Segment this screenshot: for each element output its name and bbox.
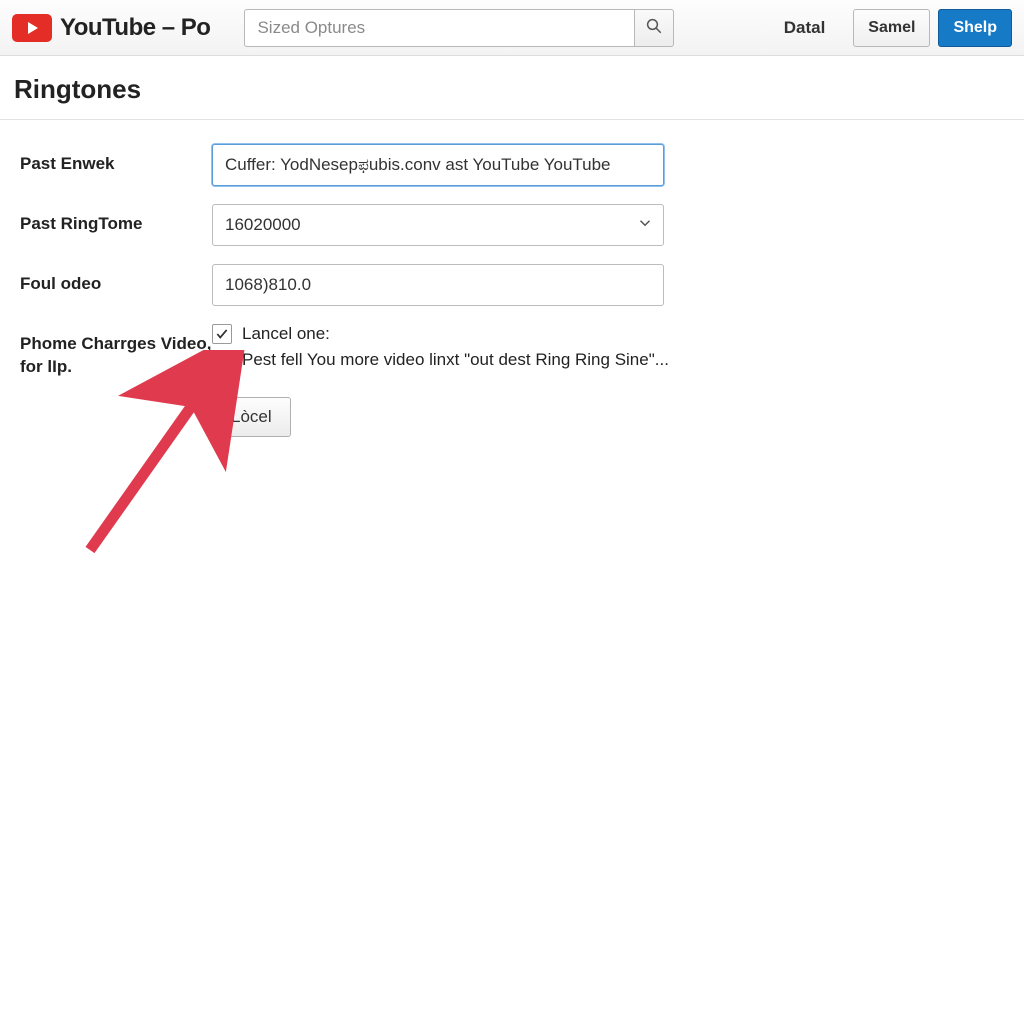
checkbox-lancel-one[interactable] (212, 324, 232, 344)
checkbox-lancel-one-label: Lancel one: (242, 324, 330, 344)
checkbox-row-2: Pest fell You more video linxt "out dest… (212, 350, 669, 370)
check-icon (215, 327, 229, 341)
search-icon (645, 17, 663, 38)
datal-link[interactable]: Datal (784, 18, 826, 38)
label-past-ringtome: Past RingTome (20, 204, 212, 236)
youtube-play-icon (12, 14, 52, 42)
past-ringtome-value[interactable] (212, 204, 664, 246)
shelp-button[interactable]: Shelp (938, 9, 1012, 47)
search-input[interactable] (244, 9, 634, 47)
row-past-ringtome: Past RingTome (20, 204, 1010, 246)
row-foul-odeo: Foul odeo (20, 264, 1010, 306)
label-past-enwek: Past Enwek (20, 144, 212, 176)
label-foul-odeo: Foul odeo (20, 264, 212, 296)
divider (0, 119, 1024, 120)
page-title: Ringtones (14, 74, 1010, 105)
checkbox-pest-fell-label: Pest fell You more video linxt "out dest… (242, 350, 669, 370)
search-bar (244, 9, 674, 47)
samel-button[interactable]: Samel (853, 9, 930, 47)
brand-text: YouTube – Po (60, 14, 210, 42)
label-phome-charrges: Phome Charrges Video, for lIp. (20, 324, 212, 379)
top-bar: YouTube – Po Datal Samel Shelp (0, 0, 1024, 56)
past-enwek-input[interactable] (212, 144, 664, 186)
foul-odeo-input[interactable] (212, 264, 664, 306)
shelp-button-label: Shelp (953, 19, 997, 37)
check-icon (215, 353, 229, 367)
samel-button-label: Samel (868, 19, 915, 37)
row-phome-charrges: Phome Charrges Video, for lIp. Lancel on… (20, 324, 1010, 379)
past-ringtome-select[interactable] (212, 204, 664, 246)
checkbox-pest-fell[interactable] (212, 350, 232, 370)
brand-logo[interactable]: YouTube – Po (12, 14, 210, 42)
checkbox-row-1: Lancel one: (212, 324, 669, 344)
ringtones-form: Past Enwek Past RingTome Foul odeo (14, 144, 1010, 437)
search-button[interactable] (634, 9, 674, 47)
locel-button[interactable]: Lòcel (212, 397, 291, 437)
row-submit: Lòcel (20, 397, 1010, 437)
page-body: Ringtones Past Enwek Past RingTome Foul … (0, 56, 1024, 437)
row-past-enwek: Past Enwek (20, 144, 1010, 186)
locel-button-label: Lòcel (231, 407, 272, 427)
